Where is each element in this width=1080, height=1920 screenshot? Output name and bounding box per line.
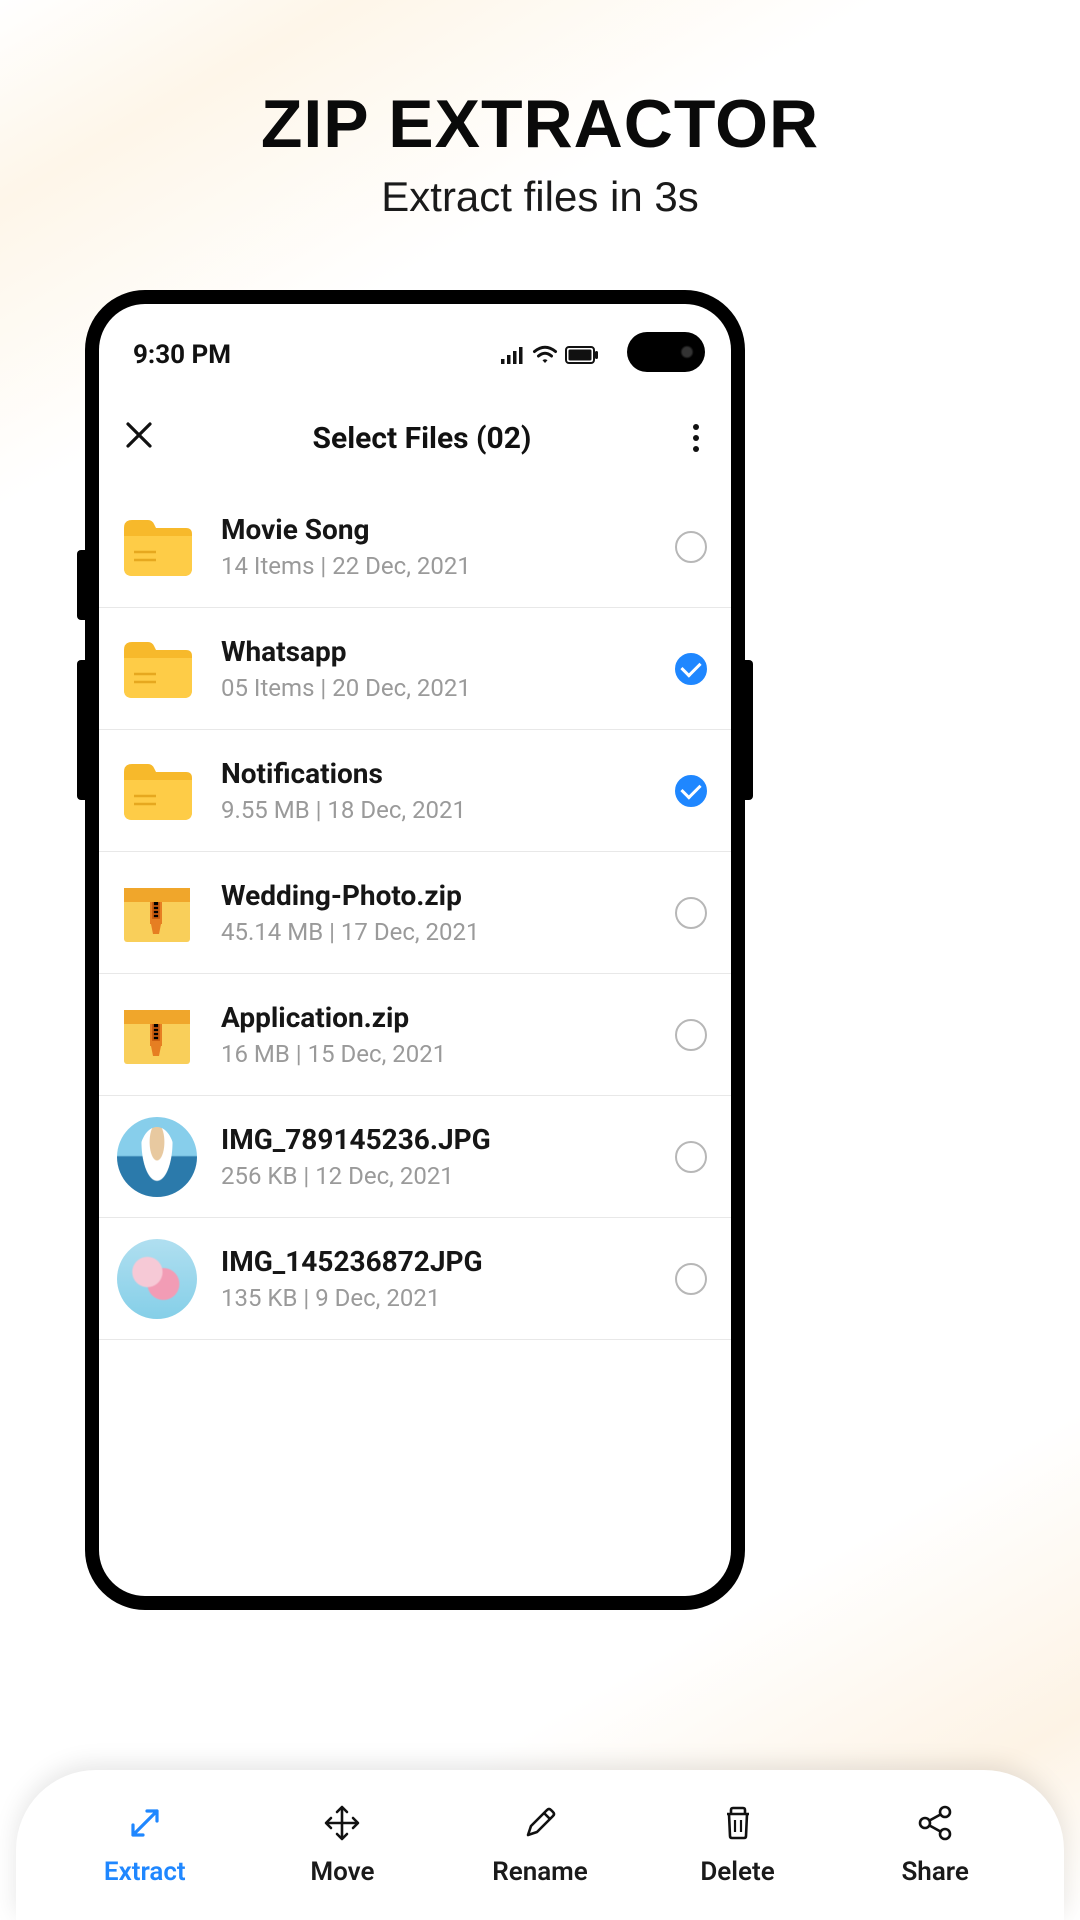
promo-header: ZIP EXTRACTOR Extract files in 3s: [0, 0, 1080, 221]
action-label: Delete: [700, 1857, 774, 1887]
folder-icon: [117, 514, 197, 580]
action-label: Extract: [104, 1857, 186, 1887]
file-name: IMG_789145236.JPG: [221, 1123, 651, 1156]
extract-button[interactable]: Extract: [46, 1803, 244, 1887]
share-button[interactable]: Share: [836, 1803, 1034, 1887]
camera-cutout: [627, 332, 705, 372]
file-meta: 135 KB | 9 Dec, 2021: [221, 1284, 651, 1312]
select-checkbox[interactable]: [675, 531, 707, 563]
select-checkbox[interactable]: [675, 775, 707, 807]
file-row[interactable]: IMG_145236872JPG 135 KB | 9 Dec, 2021: [99, 1218, 731, 1340]
file-meta: 14 Items | 22 Dec, 2021: [221, 552, 651, 580]
file-row[interactable]: Notifications 9.55 MB | 18 Dec, 2021: [99, 730, 731, 852]
close-icon[interactable]: [121, 414, 157, 462]
wifi-icon: [532, 345, 558, 365]
select-checkbox[interactable]: [675, 1019, 707, 1051]
zip-icon: [117, 1000, 197, 1070]
image-thumbnail: [117, 1239, 197, 1319]
rename-icon: [520, 1803, 560, 1847]
folder-icon: [117, 636, 197, 702]
file-meta: 9.55 MB | 18 Dec, 2021: [221, 796, 651, 824]
image-thumbnail: [117, 1117, 197, 1197]
action-label: Share: [901, 1857, 968, 1887]
select-checkbox[interactable]: [675, 1141, 707, 1173]
select-checkbox[interactable]: [675, 1263, 707, 1295]
folder-icon: [117, 758, 197, 824]
rename-button[interactable]: Rename: [441, 1803, 639, 1887]
move-icon: [322, 1803, 362, 1847]
file-row[interactable]: Application.zip 16 MB | 15 Dec, 2021: [99, 974, 731, 1096]
file-row[interactable]: Wedding-Photo.zip 45.14 MB | 17 Dec, 2021: [99, 852, 731, 974]
app-bar: Select Files (02): [99, 390, 731, 486]
select-checkbox[interactable]: [675, 653, 707, 685]
promo-subtitle: Extract files in 3s: [0, 173, 1080, 221]
action-label: Rename: [492, 1857, 588, 1887]
file-meta: 05 Items | 20 Dec, 2021: [221, 674, 651, 702]
file-meta: 45.14 MB | 17 Dec, 2021: [221, 918, 651, 946]
bottom-action-bar: Extract Move Rename Delete Share: [16, 1770, 1064, 1920]
signal-icon: [501, 346, 525, 364]
file-name: Whatsapp: [221, 635, 651, 668]
move-button[interactable]: Move: [244, 1803, 442, 1887]
phone-frame: 9:30 PM Select Files (02) Movie Song 14 I…: [85, 290, 745, 1610]
delete-icon: [718, 1803, 758, 1847]
file-row[interactable]: IMG_789145236.JPG 256 KB | 12 Dec, 2021: [99, 1096, 731, 1218]
file-list[interactable]: Movie Song 14 Items | 22 Dec, 2021 Whatsap…: [99, 486, 731, 1340]
share-icon: [915, 1803, 955, 1847]
delete-button[interactable]: Delete: [639, 1803, 837, 1887]
file-name: Movie Song: [221, 513, 651, 546]
file-name: IMG_145236872JPG: [221, 1245, 651, 1278]
file-row[interactable]: Movie Song 14 Items | 22 Dec, 2021: [99, 486, 731, 608]
promo-title: ZIP EXTRACTOR: [0, 85, 1080, 163]
file-meta: 16 MB | 15 Dec, 2021: [221, 1040, 651, 1068]
page-title: Select Files (02): [313, 421, 532, 456]
status-time: 9:30 PM: [133, 340, 231, 370]
file-row[interactable]: Whatsapp 05 Items | 20 Dec, 2021: [99, 608, 731, 730]
more-icon[interactable]: [687, 418, 705, 458]
file-name: Wedding-Photo.zip: [221, 879, 651, 912]
file-name: Notifications: [221, 757, 651, 790]
phone-screen: 9:30 PM Select Files (02) Movie Song 14 I…: [99, 304, 731, 1596]
action-label: Move: [310, 1857, 374, 1887]
zip-icon: [117, 878, 197, 948]
file-name: Application.zip: [221, 1001, 651, 1034]
file-meta: 256 KB | 12 Dec, 2021: [221, 1162, 651, 1190]
battery-icon: [565, 346, 599, 364]
extract-icon: [125, 1803, 165, 1847]
select-checkbox[interactable]: [675, 897, 707, 929]
